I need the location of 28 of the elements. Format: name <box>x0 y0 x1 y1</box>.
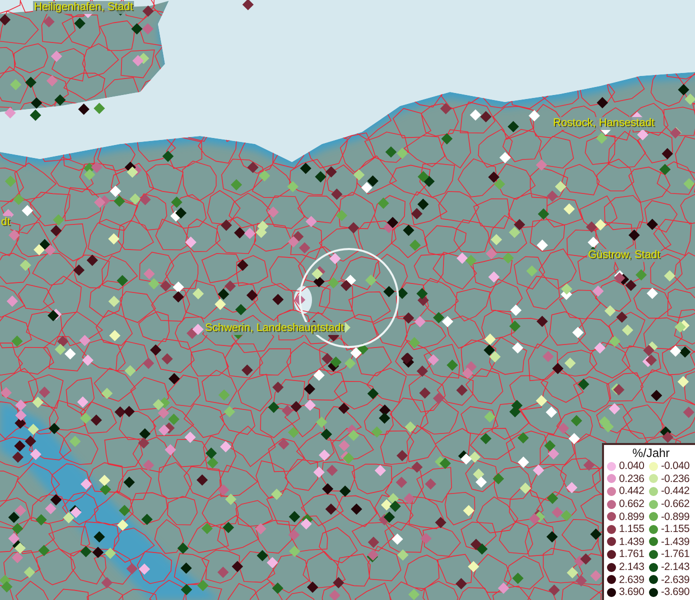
place-label: Heiligenhafen, Stadt <box>33 1 134 14</box>
legend-value: 0.442 <box>619 485 644 498</box>
place-label: Schwerin, Landeshauptstadt <box>204 322 345 335</box>
legend-value: 0.236 <box>619 472 644 485</box>
legend-value: -0.899 <box>661 510 690 523</box>
legend-title: %/Jahr <box>631 446 671 460</box>
legend-value: 1.761 <box>619 548 644 560</box>
place-label: Rostock, Hansestadt <box>552 117 656 130</box>
legend-value: -1.155 <box>661 523 690 536</box>
legend-value: -3.690 <box>661 586 690 598</box>
legend-value: 0.662 <box>619 498 644 510</box>
place-label: Güstrow, Stadt <box>587 249 662 262</box>
legend-value: 1.439 <box>619 536 644 548</box>
place-label: dt <box>0 216 12 229</box>
legend-value: -2.143 <box>661 561 690 574</box>
legend-value: 2.143 <box>619 561 644 574</box>
legend-value: -0.040 <box>661 460 690 472</box>
legend-value: -0.662 <box>661 498 690 510</box>
legend-value: -1.439 <box>661 536 690 548</box>
legend-value: 1.155 <box>619 523 644 536</box>
legend-value: 3.690 <box>619 586 644 598</box>
legend-value: 0.040 <box>619 460 644 472</box>
legend-value: -0.236 <box>661 472 690 485</box>
legend-value: 0.899 <box>619 510 644 523</box>
legend-value: -2.639 <box>661 574 690 586</box>
legend-value: -1.761 <box>661 548 690 560</box>
legend-value: 2.639 <box>619 574 644 586</box>
legend-value: -0.442 <box>661 485 690 498</box>
